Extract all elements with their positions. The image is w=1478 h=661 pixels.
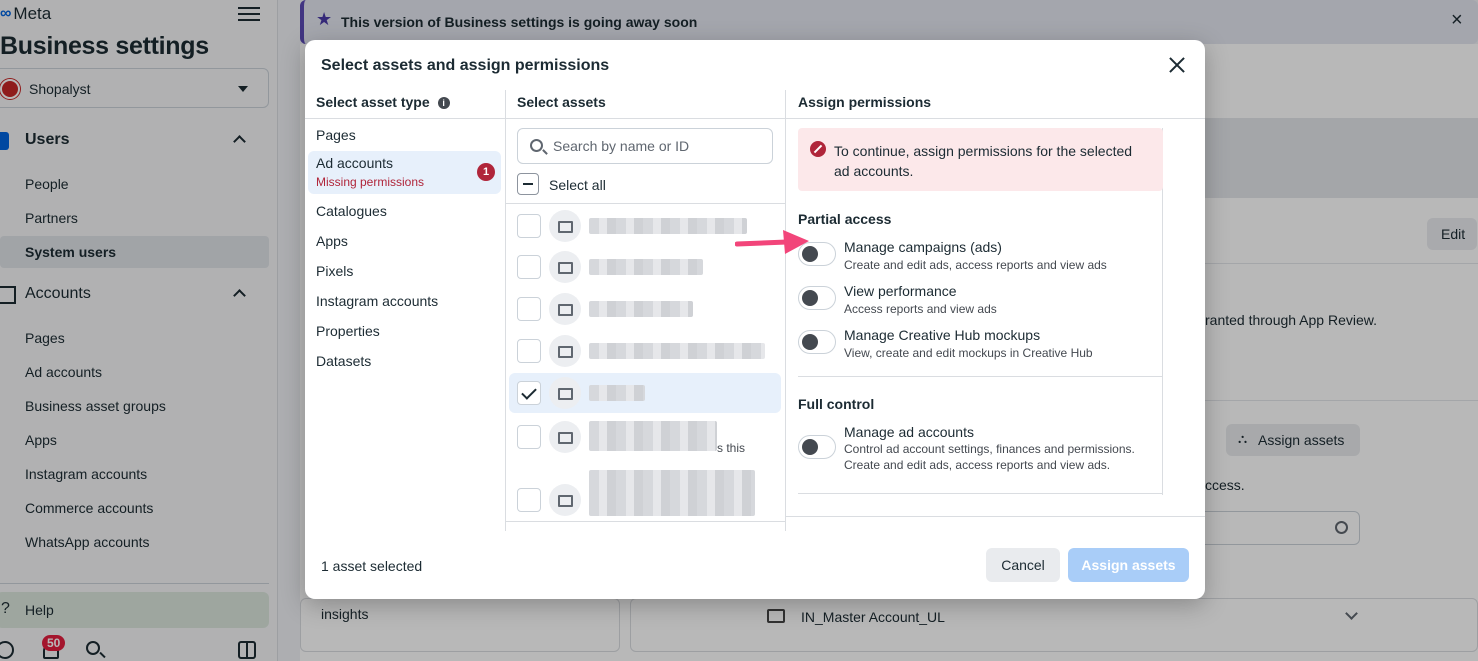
select-all-checkbox[interactable] — [517, 173, 539, 195]
full-control-title: Full control — [798, 396, 875, 412]
assign-permissions-dialog: Select assets and assign permissions Sel… — [305, 40, 1205, 599]
asset-checkbox[interactable] — [517, 255, 541, 279]
info-icon[interactable]: i — [437, 97, 450, 109]
list-bottom-divider — [785, 516, 1205, 517]
asset-search-field[interactable] — [517, 128, 773, 164]
assign-permissions-header: Assign permissions — [798, 94, 932, 110]
asset-row[interactable] — [509, 331, 781, 371]
permission-name: View performance — [844, 283, 957, 299]
permission-name: Manage Creative Hub mockups — [844, 327, 1041, 343]
header-divider — [505, 118, 785, 119]
redacted-asset-name — [589, 259, 703, 275]
ad-account-icon — [549, 293, 581, 325]
asset-row[interactable]: s this — [509, 417, 781, 457]
asset-type-instagram-accounts[interactable]: Instagram accounts — [305, 286, 505, 316]
permission-description: View, create and edit mockups in Creativ… — [844, 346, 1093, 360]
ad-account-icon — [549, 210, 581, 242]
ad-account-icon — [549, 484, 581, 516]
close-icon[interactable] — [1168, 56, 1186, 74]
asset-type-ad-accounts[interactable]: Ad accounts Missing permissions 1 — [308, 151, 501, 194]
section-divider — [798, 376, 1163, 377]
asset-search-input[interactable] — [553, 138, 763, 154]
asset-type-apps[interactable]: Apps — [305, 226, 505, 256]
asset-checkbox[interactable] — [517, 297, 541, 321]
view-performance-toggle[interactable] — [798, 286, 836, 310]
asset-row[interactable] — [509, 289, 781, 329]
ad-account-icon — [549, 421, 581, 453]
select-all-label: Select all — [549, 177, 606, 193]
manage-ad-accounts-toggle[interactable] — [798, 435, 836, 459]
missing-count-badge: 1 — [477, 163, 495, 181]
redacted-asset-name — [589, 421, 717, 451]
select-all-divider — [505, 203, 785, 204]
asset-type-header: Select asset type i — [316, 94, 450, 110]
column-divider — [785, 90, 786, 531]
asset-checkbox[interactable] — [517, 214, 541, 238]
redacted-asset-name — [589, 301, 693, 317]
asset-type-pages[interactable]: Pages — [305, 120, 505, 150]
error-message: To continue, assign permissions for the … — [834, 143, 1133, 179]
redacted-asset-name — [589, 385, 645, 401]
asset-type-catalogues[interactable]: Catalogues — [305, 196, 505, 226]
permission-description: Access reports and view ads — [844, 302, 997, 316]
asset-trailing-text: s this — [717, 441, 746, 455]
permission-description: Control ad account settings, finances an… — [844, 442, 1135, 472]
search-icon — [530, 139, 543, 152]
assign-assets-button-disabled[interactable]: Assign assets — [1068, 548, 1189, 582]
list-bottom-divider — [505, 521, 785, 522]
asset-checkbox-checked[interactable] — [517, 381, 541, 405]
redacted-asset-name — [589, 470, 755, 516]
asset-row[interactable] — [509, 470, 781, 520]
ad-account-icon — [549, 377, 581, 409]
asset-type-properties[interactable]: Properties — [305, 316, 505, 346]
permission-name: Manage campaigns (ads) — [844, 239, 1002, 255]
ad-account-icon — [549, 251, 581, 283]
dialog-title: Select assets and assign permissions — [321, 57, 610, 74]
ad-account-icon — [549, 335, 581, 367]
select-assets-header: Select assets — [517, 94, 606, 110]
error-icon — [810, 141, 826, 157]
asset-checkbox[interactable] — [517, 488, 541, 512]
section-divider — [798, 493, 1163, 494]
cancel-button[interactable]: Cancel — [986, 548, 1060, 582]
annotation-arrow-icon — [735, 230, 809, 254]
missing-permissions-label: Missing permissions — [316, 175, 425, 189]
asset-type-datasets[interactable]: Datasets — [305, 346, 505, 376]
asset-row-selected[interactable] — [509, 373, 781, 413]
manage-creative-hub-toggle[interactable] — [798, 330, 836, 354]
redacted-asset-name — [589, 343, 765, 359]
header-divider — [785, 118, 1205, 119]
permission-description: Create and edit ads, access reports and … — [844, 258, 1107, 272]
header-divider — [305, 90, 1205, 91]
column-divider — [505, 90, 506, 531]
permission-name: Manage ad accounts — [844, 424, 974, 440]
redacted-asset-name — [589, 218, 747, 234]
asset-checkbox[interactable] — [517, 339, 541, 363]
selected-count: 1 asset selected — [321, 558, 423, 574]
asset-type-pixels[interactable]: Pixels — [305, 256, 505, 286]
header-divider — [305, 118, 505, 119]
error-alert: To continue, assign permissions for the … — [798, 128, 1163, 191]
asset-checkbox[interactable] — [517, 425, 541, 449]
